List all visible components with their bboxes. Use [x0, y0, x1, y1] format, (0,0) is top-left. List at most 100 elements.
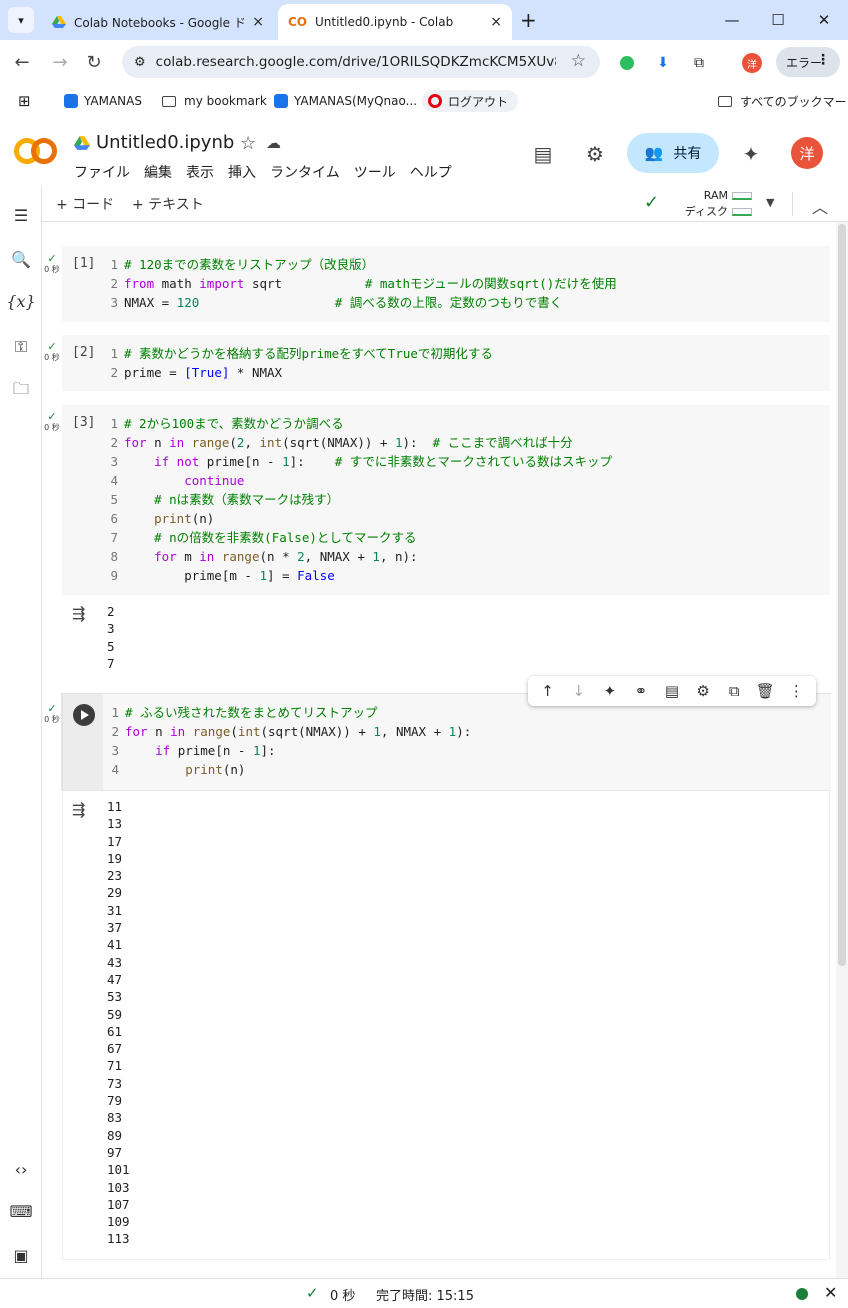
- gemini-sparkle-icon[interactable]: ✦: [739, 142, 763, 166]
- code-editor[interactable]: 1 # ふるい残された数をまとめてリストアップ 2 for n in range(in…: [103, 703, 471, 779]
- move-down-icon[interactable]: ↓: [566, 682, 592, 700]
- bookmark-yamanas-myqnao[interactable]: YAMANAS(MyQnao...: [274, 90, 417, 112]
- code-editor[interactable]: 1 # 2から100まで、素数かどうか調べる 2 for n in range(2, …: [102, 414, 612, 585]
- more-vert-icon[interactable]: ⋮: [816, 52, 830, 68]
- variables-icon[interactable]: {x}: [6, 290, 35, 312]
- tab-untitled0[interactable]: CO Untitled0.ipynb - Colab ×: [278, 4, 512, 40]
- bookmark-label: すべてのブックマーク: [740, 94, 848, 109]
- output-line: 79: [107, 1093, 123, 1109]
- code-line: 8 for m in range(n * 2, NMAX + 1, n):: [102, 547, 612, 566]
- cell-run-status: ✓ 0 秒: [42, 411, 62, 433]
- chevron-up-icon[interactable]: ︿: [812, 194, 828, 218]
- menu-edit[interactable]: 編集: [144, 162, 172, 182]
- scrollbar[interactable]: [836, 222, 848, 1278]
- google-drive-icon[interactable]: [74, 135, 90, 151]
- menu-runtime[interactable]: ランタイム: [270, 162, 340, 182]
- bookmark-folder-my-bookmark[interactable]: my bookmark: [162, 90, 267, 112]
- notebook-title[interactable]: Untitled0.ipynb: [96, 132, 234, 153]
- code-cell-active[interactable]: 1 # ふるい残された数をまとめてリストアップ 2 for n in range(in…: [62, 694, 831, 790]
- menu-file[interactable]: ファイル: [74, 162, 130, 182]
- comment-icon[interactable]: ▤: [659, 682, 685, 700]
- link-icon[interactable]: ⚭: [628, 682, 654, 700]
- folder-icon: [718, 95, 732, 107]
- play-icon: [81, 710, 89, 720]
- code-editor[interactable]: 1 # 120までの素数をリストアップ（改良版） 2 from math import…: [102, 255, 616, 312]
- star-icon[interactable]: ☆: [240, 133, 256, 154]
- add-code-button[interactable]: + コード: [56, 194, 114, 214]
- error-button[interactable]: エラー ⋮: [776, 47, 840, 77]
- code-cell[interactable]: [1] 1 # 120までの素数をリストアップ（改良版） 2 from math im…: [62, 246, 830, 322]
- minimize-button[interactable]: —: [712, 6, 752, 34]
- avatar[interactable]: 洋: [791, 137, 823, 169]
- address-bar[interactable]: ⚙ colab.research.google.com/drive/1ORILS…: [122, 46, 600, 78]
- bookmark-favicon-icon: [64, 94, 78, 108]
- share-button[interactable]: 👥 共有: [627, 133, 719, 173]
- maximize-button[interactable]: ☐: [758, 6, 798, 34]
- new-tab-button[interactable]: +: [520, 8, 537, 32]
- find-replace-icon[interactable]: 🔍: [10, 248, 32, 270]
- site-settings-icon[interactable]: ⚙: [134, 55, 146, 70]
- folder-icon[interactable]: 🗀: [10, 379, 32, 402]
- output-line: 37: [107, 920, 123, 936]
- mufg-logo-icon: [428, 94, 442, 108]
- chevron-down-icon: ▾: [18, 13, 24, 27]
- output-line: 5: [107, 638, 115, 654]
- gemini-sparkle-icon[interactable]: ✦: [597, 682, 623, 700]
- download-icon[interactable]: ⬇: [652, 52, 674, 74]
- code-line: 5 # nは素数（素数マークは残す）: [102, 490, 612, 509]
- output-line: 67: [107, 1041, 123, 1057]
- cell-output: 2 357: [107, 603, 115, 672]
- close-icon[interactable]: ×: [252, 14, 264, 30]
- code-cell[interactable]: [2] 1 # 素数かどうかを格納する配列primeをすべてTrueで初期化する 2…: [62, 335, 830, 391]
- runtime-dropdown-icon[interactable]: ▼: [766, 196, 774, 209]
- move-up-icon[interactable]: ↑: [535, 682, 561, 700]
- back-button[interactable]: ←: [10, 50, 34, 74]
- output-actions-icon[interactable]: ⇶: [72, 800, 85, 819]
- scroll-thumb[interactable]: [838, 224, 846, 966]
- add-text-button[interactable]: + テキスト: [132, 194, 204, 214]
- tab-search-button[interactable]: ▾: [8, 7, 34, 33]
- connected-check-icon: ✓: [644, 192, 660, 213]
- gear-icon[interactable]: ⚙: [690, 682, 716, 700]
- terminal-icon[interactable]: ▣: [10, 1244, 32, 1266]
- disk-label: ディスク: [684, 205, 728, 218]
- tab-colab-notebooks[interactable]: Colab Notebooks - Google ドライブ ×: [42, 4, 274, 40]
- apps-button[interactable]: ⊞: [18, 90, 31, 112]
- code-snippets-icon[interactable]: ‹›: [10, 1158, 32, 1180]
- menu-view[interactable]: 表示: [186, 162, 214, 182]
- notebook-toolbar: + コード + テキスト ✓ RAM ディスク ▼ ︿: [42, 186, 848, 222]
- bookmark-star-icon[interactable]: ☆: [571, 51, 586, 71]
- extension-evernote-icon[interactable]: [616, 52, 638, 74]
- menu-insert[interactable]: 挿入: [228, 162, 256, 182]
- cloud-saved-icon[interactable]: ☁: [266, 134, 281, 152]
- output-line: 53: [107, 989, 123, 1005]
- gear-icon[interactable]: ⚙: [583, 142, 607, 166]
- close-window-button[interactable]: ✕: [804, 6, 844, 34]
- colab-logo-icon[interactable]: [14, 138, 58, 164]
- key-icon[interactable]: ⚿: [10, 336, 32, 358]
- menu-tools[interactable]: ツール: [354, 162, 396, 182]
- command-palette-icon[interactable]: ⌨: [9, 1200, 32, 1222]
- all-bookmarks-folder[interactable]: すべてのブックマーク: [718, 90, 848, 112]
- trash-icon[interactable]: 🗑: [752, 682, 778, 700]
- bookmark-logout[interactable]: ログアウト: [422, 90, 519, 112]
- profile-avatar[interactable]: 洋: [742, 53, 762, 73]
- resource-indicator[interactable]: RAM ディスク: [676, 188, 752, 220]
- reload-button[interactable]: ↻: [82, 50, 106, 74]
- forward-button[interactable]: →: [48, 50, 72, 74]
- close-icon[interactable]: ×: [490, 14, 502, 30]
- menu-help[interactable]: ヘルプ: [410, 162, 452, 182]
- comment-icon[interactable]: ▤: [531, 142, 555, 166]
- run-cell-button[interactable]: [73, 704, 95, 726]
- table-of-contents-icon[interactable]: ☰: [10, 204, 32, 226]
- more-vert-icon[interactable]: ⋮: [783, 682, 809, 700]
- output-actions-icon[interactable]: ⇶: [72, 604, 85, 623]
- mirror-cell-icon[interactable]: ⧉: [721, 682, 747, 700]
- extensions-puzzle-icon[interactable]: ⧉: [688, 52, 710, 74]
- line-number: 3: [110, 454, 118, 469]
- line-number: 6: [110, 511, 118, 526]
- bookmark-yamanas[interactable]: YAMANAS: [64, 90, 142, 112]
- close-icon[interactable]: ✕: [824, 1283, 837, 1302]
- code-editor[interactable]: 1 # 素数かどうかを格納する配列primeをすべてTrueで初期化する 2 prim…: [102, 344, 492, 382]
- code-cell[interactable]: [3] 1 # 2から100まで、素数かどうか調べる 2 for n in range…: [62, 405, 830, 595]
